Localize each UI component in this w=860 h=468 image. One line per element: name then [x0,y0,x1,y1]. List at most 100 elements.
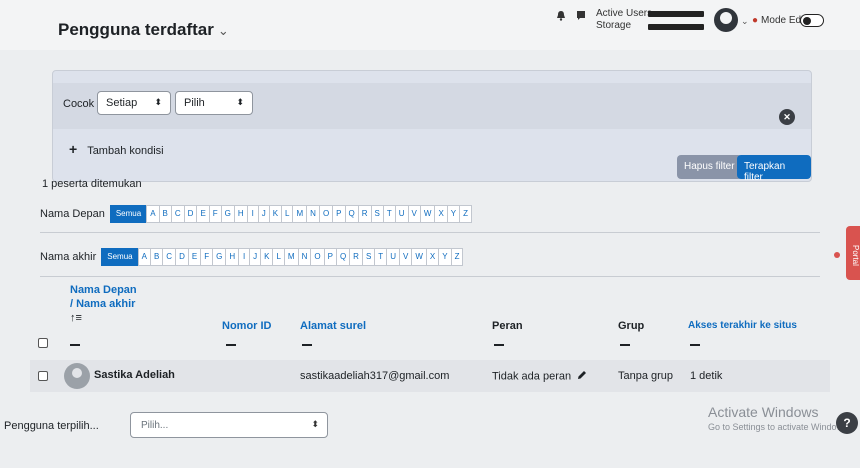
initial-letter[interactable]: B [158,205,172,223]
column-header-last-name[interactable]: / Nama akhir [70,298,135,310]
initial-letter[interactable]: E [187,248,202,266]
clear-filter-button[interactable]: Hapus filter [677,155,742,179]
collapse-column-icon[interactable] [226,344,236,346]
portal-side-tab[interactable]: Portal [846,226,860,280]
collapse-column-icon[interactable] [620,344,630,346]
collapse-column-icon[interactable] [70,344,80,346]
user-name-link[interactable]: Sastika Adeliah [94,369,175,381]
select-all-checkbox[interactable] [38,338,48,348]
row-select-checkbox[interactable] [38,371,48,381]
initial-letter[interactable]: X [425,248,440,266]
pencil-icon[interactable] [577,370,587,383]
collapse-column-icon[interactable] [494,344,504,346]
initial-all[interactable]: Semua [101,248,139,266]
first-name-initials: Semua ABCDEFGHIJKLMNOPQRSTUVWXYZ [109,205,473,223]
user-avatar-icon[interactable] [714,8,738,32]
select-arrows-icon: ⬍ [236,97,244,107]
column-header-role: Peran [492,320,523,332]
initial-letter[interactable]: N [306,205,320,223]
initial-letter[interactable]: G [220,205,235,223]
page-title[interactable]: Pengguna terdaftar ⌄ [58,20,229,40]
filter-panel: Cocok Setiap ⬍ Pilih ⬍ ✕ + Tambah kondisi… [52,70,812,183]
select-arrows-icon: ⬍ [311,419,319,429]
initial-letter[interactable]: K [260,248,274,266]
initial-letter[interactable]: O [318,205,334,223]
last-name-initial-label: Nama akhir [40,251,97,263]
sort-ascending-icon[interactable]: ↑≡ [70,312,82,324]
chat-icon[interactable] [576,10,586,24]
mode-edit-toggle[interactable] [800,14,824,27]
select-arrows-icon: ⬍ [154,97,162,107]
initial-letter[interactable]: Q [344,205,359,223]
user-menu-chevron-icon[interactable]: ⌄ [741,16,749,27]
initial-letter[interactable]: Q [335,248,351,266]
initial-letter[interactable]: B [149,248,164,266]
initial-letter[interactable]: S [370,205,384,223]
column-header-id-number[interactable]: Nomor ID [222,320,272,332]
user-role-text: Tidak ada peran [492,370,572,383]
user-last-access: 1 detik [690,370,723,382]
initial-letter[interactable]: R [349,248,363,266]
initial-letter[interactable]: W [411,248,427,266]
initial-letter[interactable]: P [332,205,346,223]
initial-letter[interactable]: C [170,205,185,223]
column-header-group: Grup [618,320,645,332]
portal-indicator-dot [834,252,840,258]
windows-activation-title: Activate Windows [708,404,819,420]
plus-icon: + [69,141,78,157]
collapse-column-icon[interactable] [302,344,312,346]
condition-field-select[interactable]: Pilih ⬍ [175,91,253,115]
initial-letter[interactable]: U [386,248,400,266]
initial-letter[interactable]: W [419,205,436,223]
initial-letter[interactable]: U [394,205,409,223]
column-header-email[interactable]: Alamat surel [300,320,366,332]
initial-letter[interactable]: K [268,205,283,223]
initial-letter[interactable]: E [196,205,210,223]
bell-icon[interactable] [556,10,566,24]
help-icon[interactable]: ? [836,412,858,434]
initial-letter[interactable]: D [183,205,198,223]
initial-letter[interactable]: Z [450,248,464,266]
add-condition-button[interactable]: + Tambah kondisi [69,141,164,157]
initial-letter[interactable]: O [310,248,325,266]
initial-all[interactable]: Semua [109,205,148,223]
initial-letter[interactable]: A [146,205,160,223]
add-condition-label: Tambah kondisi [87,145,164,157]
page: Pengguna terdaftar ⌄ Active Users Storage… [0,0,860,468]
initial-letter[interactable]: A [137,248,151,266]
column-header-last-access[interactable]: Akses terakhir ke situs [688,320,797,331]
initial-letter[interactable]: Y [446,205,461,223]
initial-letter[interactable]: M [292,205,308,223]
first-name-initial-bar: Nama Depan Semua ABCDEFGHIJKLMNOPQRSTUVW… [40,205,473,223]
initial-letter[interactable]: V [398,248,413,266]
initial-letter[interactable]: X [434,205,448,223]
chevron-down-icon[interactable]: ⌄ [218,23,229,38]
initial-letter[interactable]: P [323,248,337,266]
bulk-action-select[interactable]: Pilih... ⬍ [130,412,328,438]
initial-letter[interactable]: Y [438,248,452,266]
collapse-column-icon[interactable] [690,344,700,346]
match-type-value: Setiap [106,97,138,109]
initial-letter[interactable]: Z [459,205,473,223]
initial-letter[interactable]: G [212,248,227,266]
initial-letter[interactable]: V [407,205,421,223]
filter-condition-row: Cocok Setiap ⬍ Pilih ⬍ [53,83,811,129]
page-header: Pengguna terdaftar ⌄ Active Users Storage… [0,0,860,50]
initial-letter[interactable]: N [297,248,312,266]
initial-letter[interactable]: H [233,205,248,223]
initial-letter[interactable]: R [357,205,372,223]
initial-letter[interactable]: M [283,248,299,266]
user-group: Tanpa grup [618,370,674,382]
apply-filter-button[interactable]: Terapkan filter [737,155,811,183]
remove-condition-close-icon[interactable]: ✕ [779,109,795,125]
match-type-select[interactable]: Setiap ⬍ [97,91,171,115]
initial-letter[interactable]: S [361,248,376,266]
initial-letter[interactable]: D [175,248,189,266]
first-name-initial-label: Nama Depan [40,208,105,220]
page-title-text: Pengguna terdaftar [58,20,214,39]
initial-letter[interactable]: C [162,248,177,266]
initial-letter[interactable]: H [225,248,240,266]
column-header-first-name[interactable]: Nama Depan [70,284,137,296]
windows-activation-subtitle: Go to Settings to activate Windows. [708,422,851,432]
last-name-initial-bar: Nama akhir Semua ABCDEFGHIJKLMNOPQRSTUVW… [40,248,464,266]
